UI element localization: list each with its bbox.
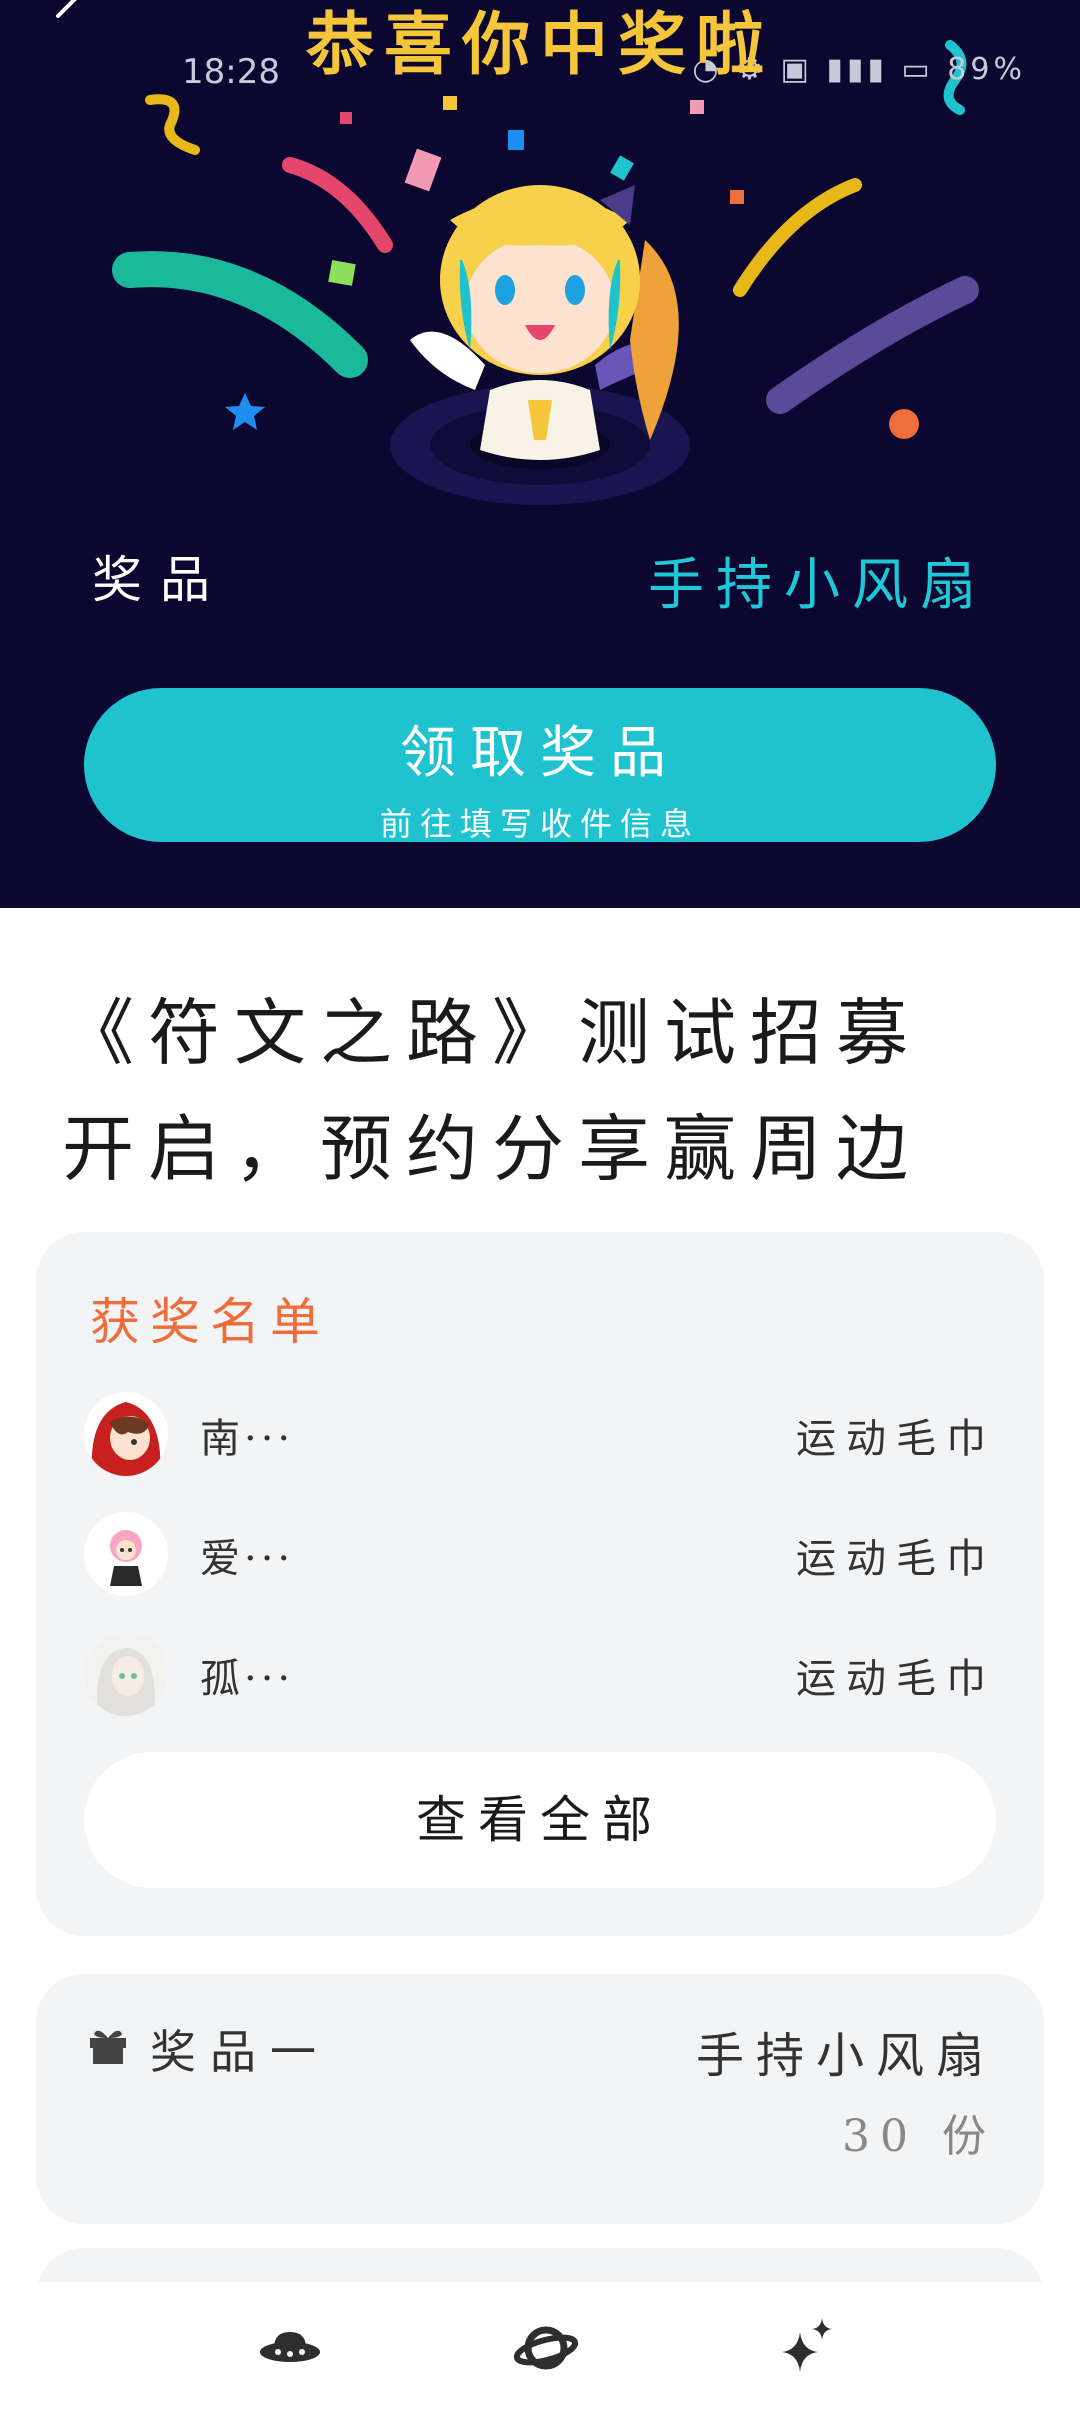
sparkles-icon[interactable] <box>766 2308 846 2388</box>
prize-card: 奖品一 手持小风扇 30 份 <box>36 1974 1044 2224</box>
winner-prize: 运动毛巾 <box>796 1656 996 1702</box>
avatar <box>84 1512 168 1596</box>
winners-heading: 获奖名单 <box>90 1293 330 1351</box>
avatar <box>84 1632 168 1716</box>
claim-button-sublabel: 前往填写收件信息 <box>379 805 700 843</box>
hero-banner: 18:28 ◔ ⚙ ▣ ▮▮▮ ▭ 89% 恭喜你中奖啦 奖品 手持小风扇 领取… <box>0 0 1080 908</box>
planet-icon[interactable] <box>506 2308 586 2388</box>
winner-row: 南··· 运动毛巾 <box>84 1392 996 1488</box>
ufo-icon[interactable] <box>250 2308 330 2388</box>
mascot-illustration <box>390 185 690 505</box>
winner-prize: 运动毛巾 <box>796 1416 996 1462</box>
prize-name: 手持小风扇 <box>648 553 988 618</box>
prize-label: 奖品 <box>92 551 228 609</box>
pink-hair-avatar-icon <box>84 1512 168 1596</box>
winner-prize: 运动毛巾 <box>796 1536 996 1582</box>
winner-name: 爱··· <box>200 1536 295 1582</box>
gift-icon <box>90 2030 126 2064</box>
prize-item-name: 手持小风扇 <box>695 2028 996 2084</box>
congrats-title: 恭喜你中奖啦 <box>305 5 774 85</box>
winner-row: 孤··· 运动毛巾 <box>84 1632 996 1728</box>
winner-name: 南··· <box>200 1416 295 1462</box>
article-title: 《符文之路》测试招募开启，预约分享赢周边 <box>62 991 923 1191</box>
winner-name: 孤··· <box>200 1656 295 1702</box>
winner-row: 爱··· 运动毛巾 <box>84 1512 996 1608</box>
claim-prize-button[interactable]: 领取奖品 前往填写收件信息 <box>84 688 996 843</box>
winners-card: 获奖名单 南··· 运动毛巾 爱··· 运动毛巾 孤··· 运动毛巾 查看全部 <box>36 1232 1044 1936</box>
claim-button-label: 领取奖品 <box>400 721 680 786</box>
avatar <box>84 1392 168 1476</box>
view-all-button[interactable]: 查看全部 <box>84 1752 996 1888</box>
prize-item-quantity: 30 份 <box>842 2111 996 2162</box>
prize-item-label: 奖品一 <box>150 2025 330 2079</box>
red-hood-avatar-icon <box>84 1392 168 1476</box>
pale-hair-avatar-icon <box>84 1632 168 1716</box>
bottom-nav <box>0 2282 1080 2412</box>
